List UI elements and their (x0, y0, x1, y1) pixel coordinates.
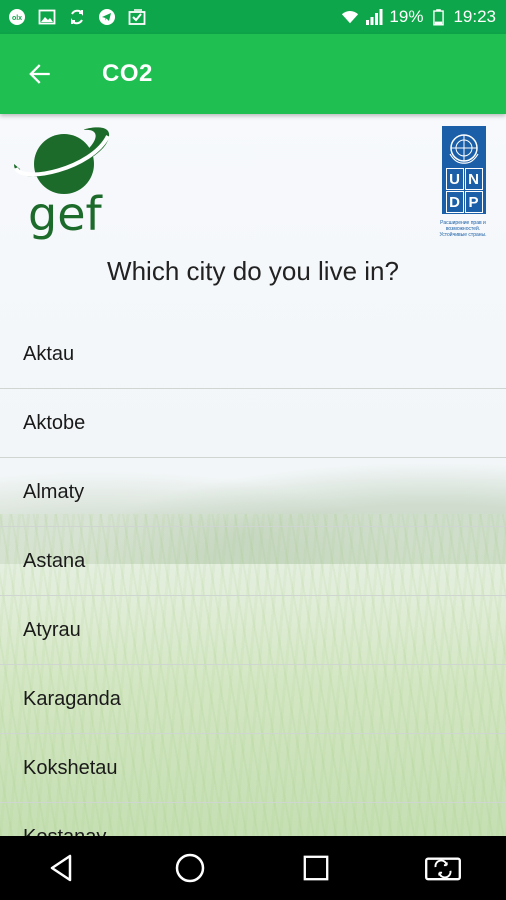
olx-icon: olx (8, 8, 26, 26)
image-icon (38, 8, 56, 26)
recents-icon (303, 855, 329, 881)
undp-letter: U (445, 168, 464, 190)
list-item[interactable]: Atyrau (0, 596, 506, 665)
back-icon (51, 854, 72, 882)
sync-icon (68, 8, 86, 26)
signal-icon (365, 8, 383, 26)
system-nav-bar (0, 836, 506, 900)
screen-rotate-icon (424, 857, 461, 881)
undp-letter: N (464, 168, 483, 190)
city-selection-screen: gef U N D P Расширение прав и возможност… (0, 114, 506, 836)
list-item[interactable]: Almaty (0, 458, 506, 527)
battery-percentage: 19% (389, 7, 424, 26)
list-item[interactable]: Aktobe (0, 389, 506, 458)
arrow-left-icon (29, 64, 50, 84)
list-item[interactable]: Karaganda (0, 665, 506, 734)
nav-recents-button[interactable] (286, 838, 346, 898)
nav-back-button[interactable] (33, 838, 93, 898)
status-bar: olx 19% 19:23 (0, 0, 506, 34)
city-list: Aktau Aktobe Almaty Astana Atyrau Karaga… (0, 320, 506, 836)
undp-caption: Расширение прав и возможностей. Устойчив… (439, 220, 487, 238)
gef-wordmark: gef (28, 187, 104, 240)
undp-letter: D (445, 191, 464, 213)
nav-rotate-button[interactable] (413, 838, 473, 898)
wifi-icon (341, 8, 359, 26)
clock: 19:23 (453, 7, 496, 26)
back-button[interactable] (0, 34, 80, 114)
question-heading: Which city do you live in? (107, 256, 399, 286)
inbox-icon (128, 8, 146, 26)
gef-logo: gef (12, 124, 112, 241)
nav-home-button[interactable] (160, 838, 220, 898)
list-item[interactable]: Astana (0, 527, 506, 596)
undp-letter: P (464, 191, 483, 213)
un-emblem-icon (449, 134, 479, 164)
app-bar: CO2 (0, 34, 506, 114)
svg-text:olx: olx (12, 15, 22, 22)
undp-logo: U N D P Расширение прав и возможностей. … (434, 126, 492, 246)
list-item[interactable]: Kokshetau (0, 734, 506, 803)
list-item[interactable]: Aktau (0, 320, 506, 389)
home-icon (175, 853, 204, 883)
system-status: 19% 19:23 (341, 7, 506, 27)
page-title: CO2 (102, 60, 153, 87)
telegram-icon (98, 8, 116, 26)
notification-icons: olx (0, 8, 146, 26)
battery-icon (429, 8, 447, 26)
list-item[interactable]: Kostanay (0, 803, 506, 837)
